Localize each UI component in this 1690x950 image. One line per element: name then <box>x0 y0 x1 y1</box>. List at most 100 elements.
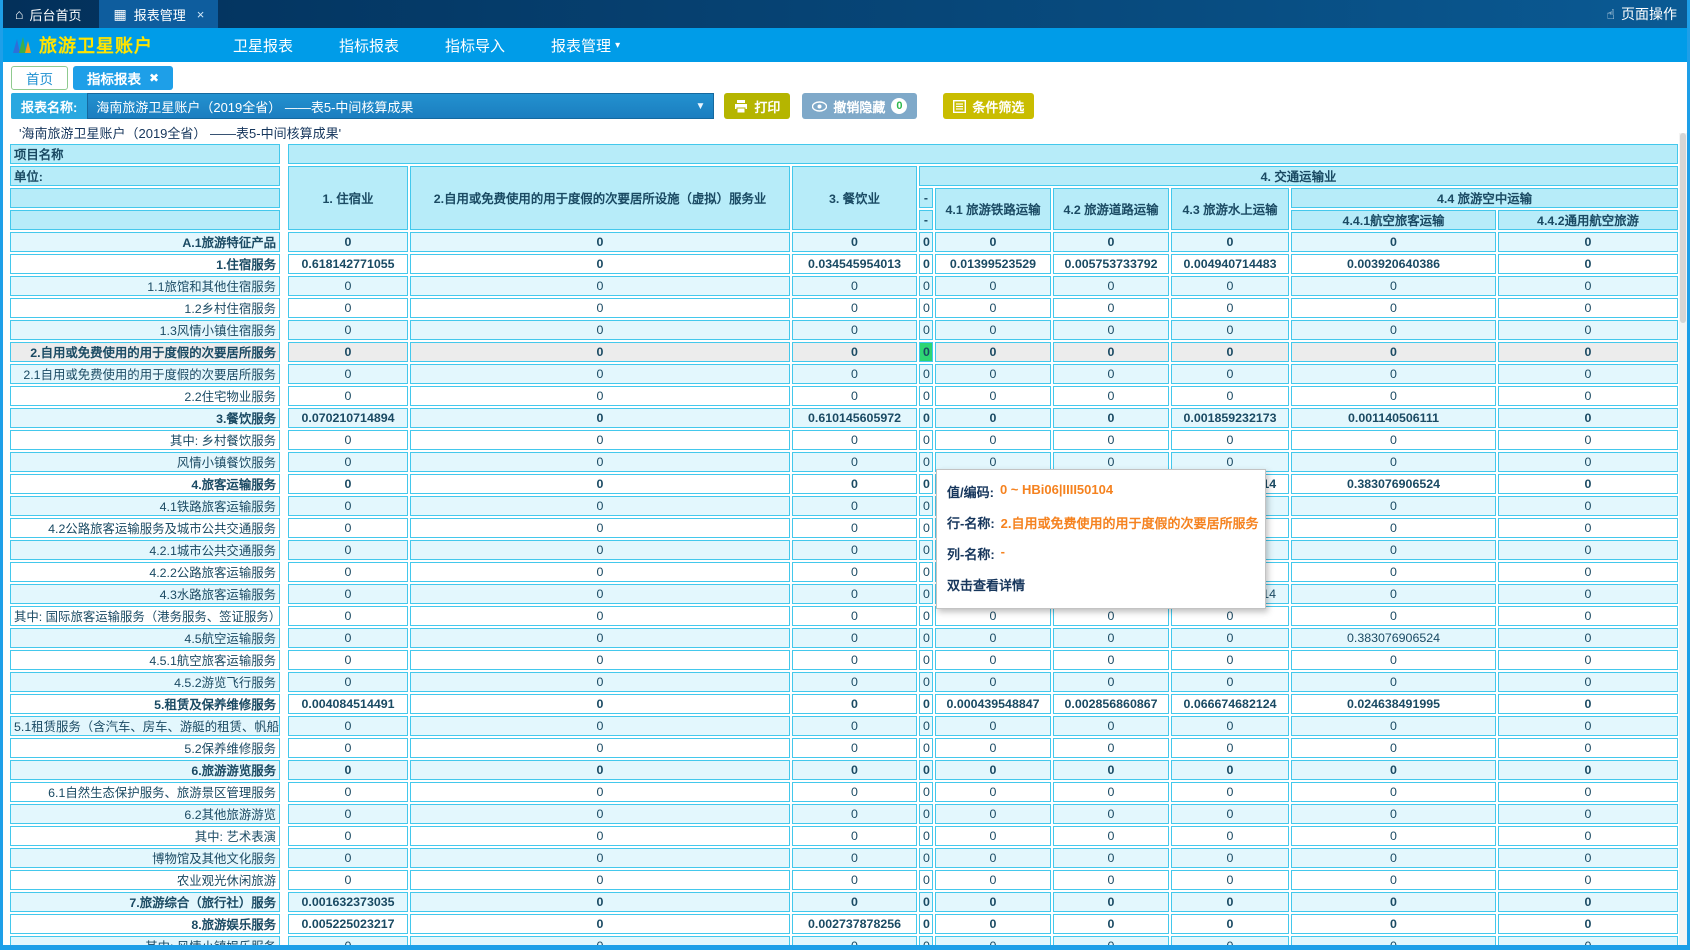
data-cell[interactable]: 0 <box>1171 804 1289 824</box>
data-cell[interactable]: 0 <box>1171 826 1289 846</box>
data-cell[interactable]: 0 <box>1291 452 1496 472</box>
data-cell[interactable]: 0 <box>288 298 408 318</box>
data-cell[interactable]: 0 <box>288 430 408 450</box>
data-cell[interactable]: 0 <box>935 738 1051 758</box>
data-cell[interactable]: 0 <box>288 628 408 648</box>
nav-item-indicator-report[interactable]: 指标报表 <box>339 35 399 56</box>
print-button[interactable]: 打印 <box>724 93 790 119</box>
data-cell[interactable]: 0 <box>1498 694 1678 714</box>
data-cell[interactable]: 0 <box>919 298 933 318</box>
data-cell[interactable]: 0 <box>288 738 408 758</box>
data-cell[interactable]: 0 <box>792 738 917 758</box>
data-cell[interactable]: 0 <box>288 518 408 538</box>
data-cell[interactable]: 0 <box>919 804 933 824</box>
data-cell[interactable]: 0 <box>288 562 408 582</box>
data-cell[interactable]: 0 <box>288 848 408 868</box>
data-cell[interactable]: 0 <box>1171 364 1289 384</box>
data-cell[interactable]: 0 <box>792 232 917 252</box>
data-cell[interactable]: 0 <box>1498 254 1678 274</box>
data-cell[interactable]: 0 <box>1498 650 1678 670</box>
data-cell[interactable]: 0 <box>935 276 1051 296</box>
data-cell[interactable]: 0 <box>919 870 933 890</box>
tab-indicator-report[interactable]: 指标报表 ✖ <box>73 66 173 90</box>
data-cell[interactable]: 0 <box>919 364 933 384</box>
data-cell[interactable]: 0 <box>1171 386 1289 406</box>
data-cell[interactable]: 0 <box>1053 430 1169 450</box>
data-cell[interactable]: 0 <box>288 672 408 692</box>
data-cell[interactable]: 0 <box>1498 848 1678 868</box>
data-cell[interactable]: 0 <box>1171 760 1289 780</box>
data-cell[interactable]: 0 <box>1171 738 1289 758</box>
data-cell[interactable]: 0 <box>792 540 917 560</box>
data-cell[interactable]: 0 <box>1498 320 1678 340</box>
data-cell[interactable]: 0 <box>288 276 408 296</box>
data-cell[interactable]: 0 <box>1053 320 1169 340</box>
data-cell[interactable]: 0 <box>792 430 917 450</box>
data-cell[interactable]: 0 <box>410 496 790 516</box>
data-cell[interactable]: 0 <box>410 452 790 472</box>
data-cell[interactable]: 0 <box>1291 518 1496 538</box>
data-cell[interactable]: 0 <box>288 760 408 780</box>
data-cell[interactable]: 0 <box>1291 870 1496 890</box>
data-cell[interactable]: 0.024638491995 <box>1291 694 1496 714</box>
data-cell[interactable]: 0 <box>410 584 790 604</box>
data-cell[interactable]: 0 <box>410 298 790 318</box>
data-cell[interactable]: 0 <box>1053 804 1169 824</box>
data-cell[interactable]: 0 <box>410 738 790 758</box>
data-cell[interactable]: 0 <box>919 628 933 648</box>
data-cell[interactable]: 0 <box>935 606 1051 626</box>
data-cell[interactable]: 0 <box>935 320 1051 340</box>
data-cell[interactable]: 0 <box>919 760 933 780</box>
data-cell[interactable]: 0 <box>935 650 1051 670</box>
data-cell[interactable]: 0 <box>919 474 933 494</box>
data-cell[interactable]: 0 <box>410 364 790 384</box>
data-cell[interactable]: 0 <box>410 342 790 362</box>
data-cell[interactable]: 0.066674682124 <box>1171 694 1289 714</box>
data-cell[interactable]: 0 <box>935 826 1051 846</box>
data-cell[interactable]: 0 <box>919 496 933 516</box>
data-cell[interactable]: 0 <box>1498 870 1678 890</box>
data-cell[interactable]: 0 <box>919 914 933 934</box>
data-cell[interactable]: 0 <box>919 716 933 736</box>
data-cell[interactable]: 0 <box>1171 298 1289 318</box>
data-cell[interactable]: 0 <box>935 892 1051 912</box>
data-cell[interactable]: 0 <box>919 738 933 758</box>
data-cell[interactable]: 0 <box>919 430 933 450</box>
data-cell[interactable]: 0 <box>935 364 1051 384</box>
data-cell[interactable]: 0 <box>919 650 933 670</box>
data-cell[interactable]: 0 <box>410 540 790 560</box>
data-cell[interactable]: 0 <box>410 562 790 582</box>
data-cell[interactable]: 0 <box>288 804 408 824</box>
data-cell[interactable]: 0.383076906524 <box>1291 628 1496 648</box>
data-cell[interactable]: 0.002737878256 <box>792 914 917 934</box>
data-cell[interactable]: 0 <box>919 254 933 274</box>
data-cell[interactable]: 0 <box>792 716 917 736</box>
data-cell[interactable]: 0 <box>288 452 408 472</box>
data-cell[interactable]: 0 <box>410 254 790 274</box>
data-cell[interactable]: 0 <box>919 540 933 560</box>
data-cell[interactable]: 0 <box>1498 826 1678 846</box>
data-cell[interactable]: 0 <box>1053 342 1169 362</box>
data-cell[interactable]: 0 <box>1498 518 1678 538</box>
data-cell[interactable]: 0 <box>935 672 1051 692</box>
data-cell[interactable]: 0 <box>1291 826 1496 846</box>
data-cell[interactable]: 0 <box>792 892 917 912</box>
data-cell[interactable]: 0 <box>288 782 408 802</box>
data-cell[interactable]: 0 <box>1053 628 1169 648</box>
data-cell[interactable]: 0 <box>792 562 917 582</box>
backend-home-button[interactable]: ⌂ 后台首页 <box>3 0 99 28</box>
data-cell[interactable]: 0 <box>1291 782 1496 802</box>
data-cell[interactable]: 0 <box>792 474 917 494</box>
data-cell[interactable]: 0 <box>935 628 1051 648</box>
data-cell[interactable]: 0 <box>919 320 933 340</box>
data-cell[interactable]: 0 <box>1498 364 1678 384</box>
data-cell[interactable]: 0 <box>1171 716 1289 736</box>
data-cell[interactable]: 0 <box>410 848 790 868</box>
data-cell[interactable]: 0 <box>1498 672 1678 692</box>
data-cell[interactable]: 0.002856860867 <box>1053 694 1169 714</box>
data-cell[interactable]: 0 <box>919 342 933 362</box>
data-cell[interactable]: 0 <box>919 452 933 472</box>
data-cell[interactable]: 0 <box>1498 386 1678 406</box>
data-cell[interactable]: 0 <box>919 584 933 604</box>
data-cell[interactable]: 0 <box>1498 782 1678 802</box>
